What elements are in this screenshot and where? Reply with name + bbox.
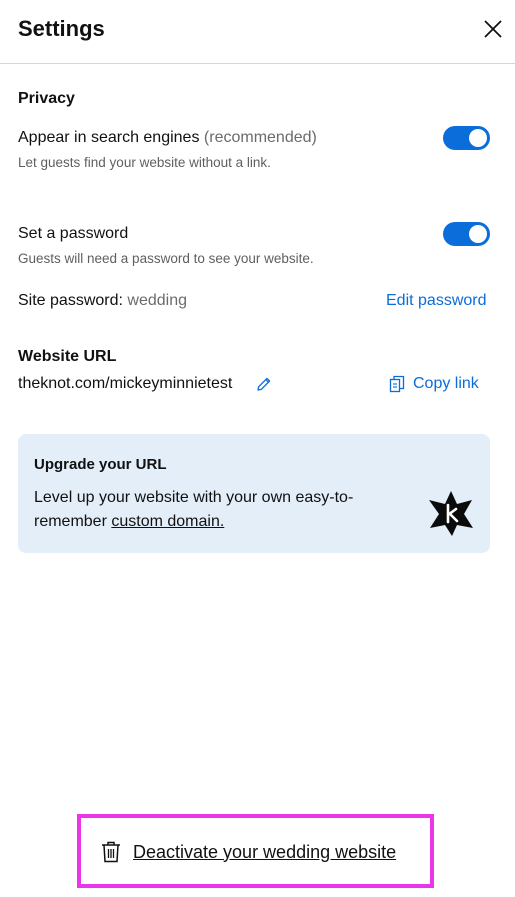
edit-password-link[interactable]: Edit password [386, 292, 487, 310]
website-url-value: theknot.com/mickeyminnietest [18, 375, 233, 392]
page-title: Settings [18, 16, 105, 41]
deactivate-highlight: Deactivate your wedding website [77, 814, 434, 888]
custom-domain-link[interactable]: custom domain. [111, 513, 224, 530]
search-engines-description: Let guests find your website without a l… [18, 155, 271, 170]
recommended-note: (recommended) [203, 129, 317, 146]
password-toggle[interactable] [443, 222, 490, 246]
set-password-description: Guests will need a password to see your … [18, 251, 314, 266]
close-icon [484, 20, 502, 38]
copy-link-label: Copy link [413, 375, 479, 392]
settings-header: Settings [0, 0, 515, 64]
website-url-heading: Website URL [18, 348, 117, 365]
toggle-knob [469, 129, 487, 147]
knot-badge-icon [426, 488, 476, 538]
set-password-label: Set a password [18, 225, 129, 242]
copy-link-button[interactable]: Copy link [389, 375, 479, 393]
pencil-icon [257, 377, 271, 391]
deactivate-label: Deactivate your wedding website [133, 841, 397, 862]
site-password-row: Site password: wedding [18, 292, 187, 310]
edit-url-button[interactable] [256, 376, 272, 392]
copy-icon [389, 375, 405, 393]
search-engines-toggle[interactable] [443, 126, 490, 150]
toggle-knob [469, 225, 487, 243]
upgrade-body: Level up your website with your own easy… [34, 486, 394, 534]
search-engines-label-text: Appear in search engines [18, 129, 200, 146]
site-password-value: wedding [127, 292, 187, 309]
upgrade-url-card: Upgrade your URL Level up your website w… [18, 434, 490, 553]
search-engines-label: Appear in search engines (recommended) [18, 129, 317, 147]
site-password-label: Site password: [18, 292, 123, 309]
privacy-heading: Privacy [18, 90, 75, 107]
upgrade-title: Upgrade your URL [34, 456, 167, 473]
deactivate-website-button[interactable]: Deactivate your wedding website [101, 841, 396, 863]
trash-icon [102, 841, 120, 863]
close-button[interactable] [480, 16, 506, 42]
